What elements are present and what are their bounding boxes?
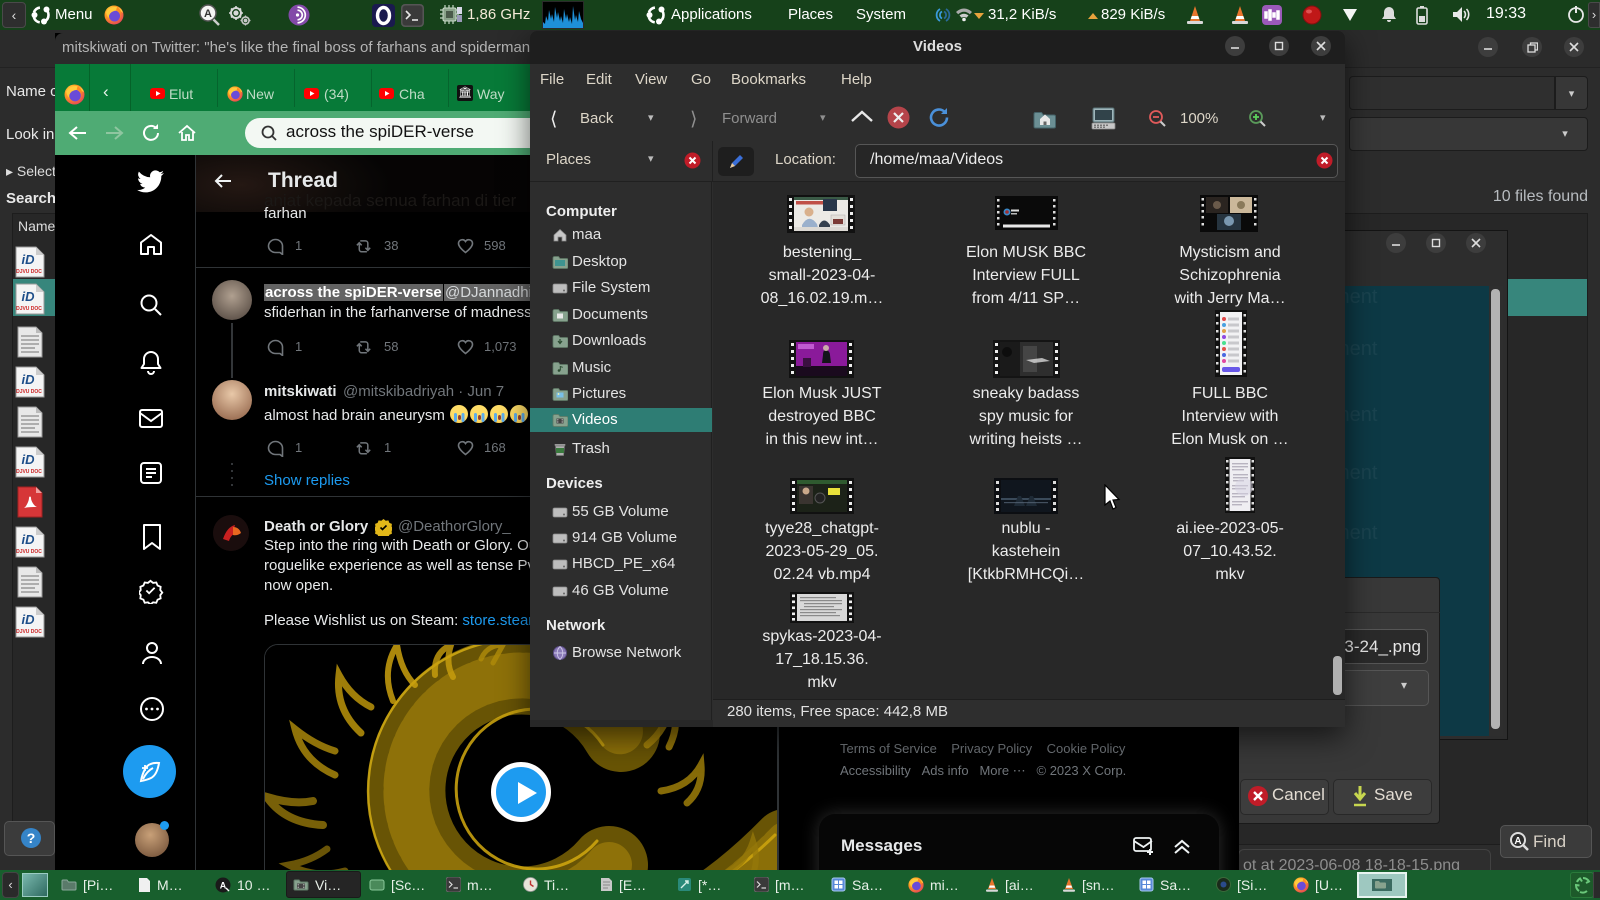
svg-text:A: A bbox=[204, 8, 212, 20]
svg-text:?: ? bbox=[27, 830, 36, 846]
svg-text:A: A bbox=[220, 880, 227, 890]
svg-text:A: A bbox=[1514, 836, 1521, 847]
